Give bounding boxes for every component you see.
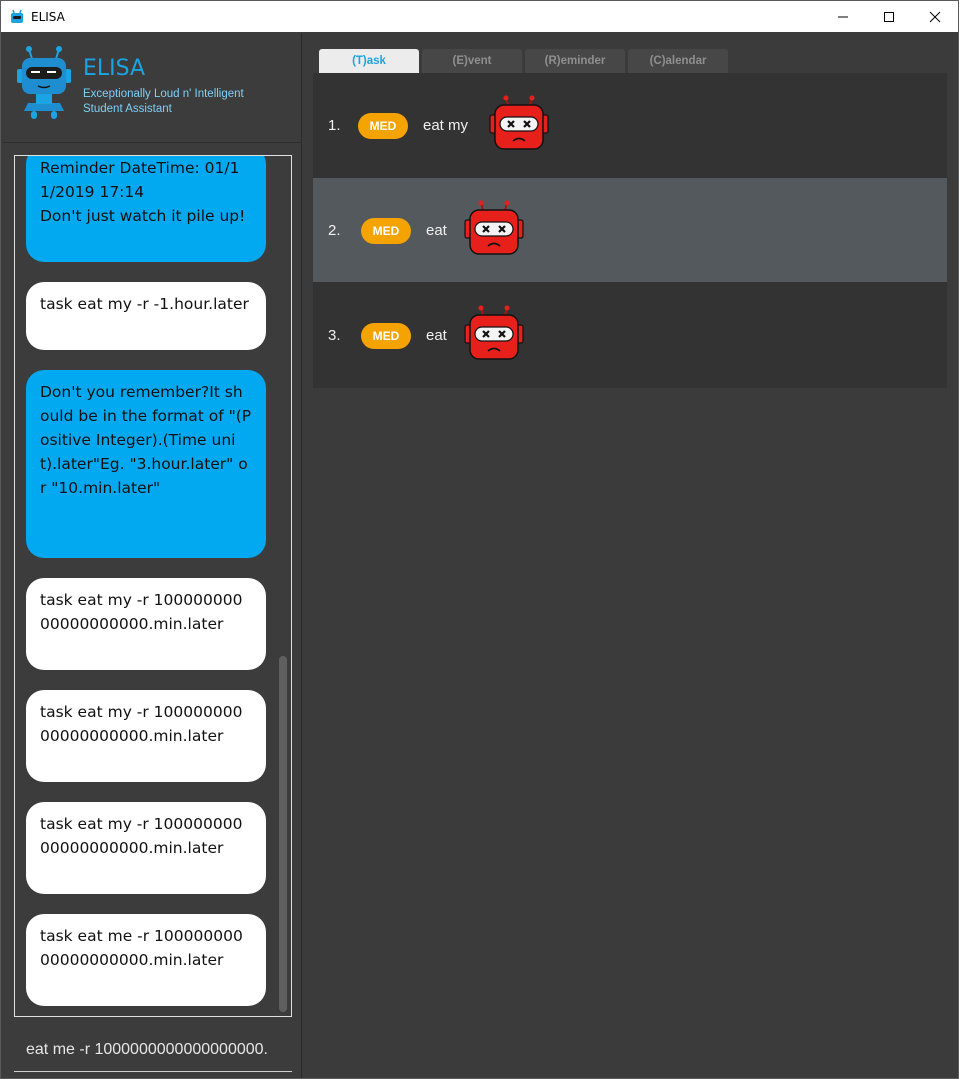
task-row[interactable]: 3. MED eat	[313, 283, 947, 387]
chat-message-user: task eat my -r 10000000000000000000.min.…	[26, 578, 266, 670]
message-text: task eat my -r -1.hour.later	[40, 295, 249, 313]
sad-robot-icon	[464, 305, 524, 360]
task-description: eat	[426, 327, 447, 344]
message-text: Reminder DateTime: 01/11/2019 17:14 Don'…	[40, 159, 246, 225]
sad-robot-icon	[489, 95, 549, 150]
app-name: ELISA	[83, 56, 146, 81]
task-description: eat my	[423, 117, 469, 134]
left-panel: ELISA Exceptionally Loud n' Intelligent …	[2, 33, 302, 1078]
chat-message-bot: Reminder DateTime: 01/11/2019 17:14 Don'…	[26, 156, 266, 262]
chat-message-user: task eat my -r -1.hour.later	[26, 282, 266, 350]
app-subtitle: Exceptionally Loud n' Intelligent Studen…	[83, 88, 244, 115]
task-index: 2.	[328, 222, 341, 239]
chat-message-user: task eat me -r 10000000000000000000.min.…	[26, 914, 266, 1006]
message-text: task eat my -r 10000000000000000000.min.…	[40, 591, 243, 633]
message-text: task eat my -r 10000000000000000000.min.…	[40, 703, 243, 745]
tab-reminder[interactable]: (R)eminder	[525, 49, 625, 73]
minimize-button[interactable]	[820, 1, 866, 32]
command-input-area	[14, 1028, 292, 1072]
maximize-button[interactable]	[866, 1, 912, 32]
priority-badge: MED	[358, 113, 408, 139]
view-tabs: (T)ask (E)vent (R)eminder (C)alendar	[319, 49, 731, 73]
task-index: 3.	[328, 327, 341, 344]
chat-message-bot: Don't you remember?It should be in the f…	[26, 370, 266, 558]
task-row-selected[interactable]: 2. MED eat	[313, 178, 947, 282]
sad-robot-icon	[464, 200, 524, 255]
tab-event[interactable]: (E)vent	[422, 49, 522, 73]
task-index: 1.	[328, 117, 341, 134]
title-bar[interactable]: ELISA	[1, 1, 958, 32]
task-list[interactable]: 1. MED eat my 2. MED eat 3. MED eat	[313, 73, 947, 388]
app-logo-icon	[11, 9, 23, 23]
chat-message-user: task eat my -r 10000000000000000000.min.…	[26, 802, 266, 894]
chat-message-user: task eat my -r 10000000000000000000.min.…	[26, 690, 266, 782]
task-row[interactable]: 1. MED eat my	[313, 73, 947, 177]
chat-scrollbar[interactable]	[279, 656, 287, 1012]
app-header: ELISA Exceptionally Loud n' Intelligent …	[2, 33, 302, 143]
message-text: task eat my -r 10000000000000000000.min.…	[40, 815, 243, 857]
right-panel: (T)ask (E)vent (R)eminder (C)alendar 1. …	[303, 33, 958, 1078]
window-title: ELISA	[31, 9, 65, 24]
message-text: Don't you remember?It should be in the f…	[40, 383, 252, 497]
priority-badge: MED	[361, 323, 411, 349]
elisa-robot-logo-icon	[17, 46, 71, 119]
minimize-icon	[838, 16, 848, 17]
app-window: ELISA ELISA Exceptionally Loud n' Intell…	[0, 0, 959, 1079]
command-input[interactable]	[14, 1028, 292, 1072]
tab-task[interactable]: (T)ask	[319, 49, 419, 73]
task-description: eat	[426, 222, 447, 239]
message-text: task eat me -r 10000000000000000000.min.…	[40, 927, 243, 969]
close-icon	[929, 11, 941, 22]
close-button[interactable]	[912, 1, 958, 32]
priority-badge: MED	[361, 218, 411, 244]
maximize-icon	[884, 11, 894, 22]
chat-history[interactable]: Reminder DateTime: 01/11/2019 17:14 Don'…	[14, 155, 292, 1017]
tab-calendar[interactable]: (C)alendar	[628, 49, 728, 73]
